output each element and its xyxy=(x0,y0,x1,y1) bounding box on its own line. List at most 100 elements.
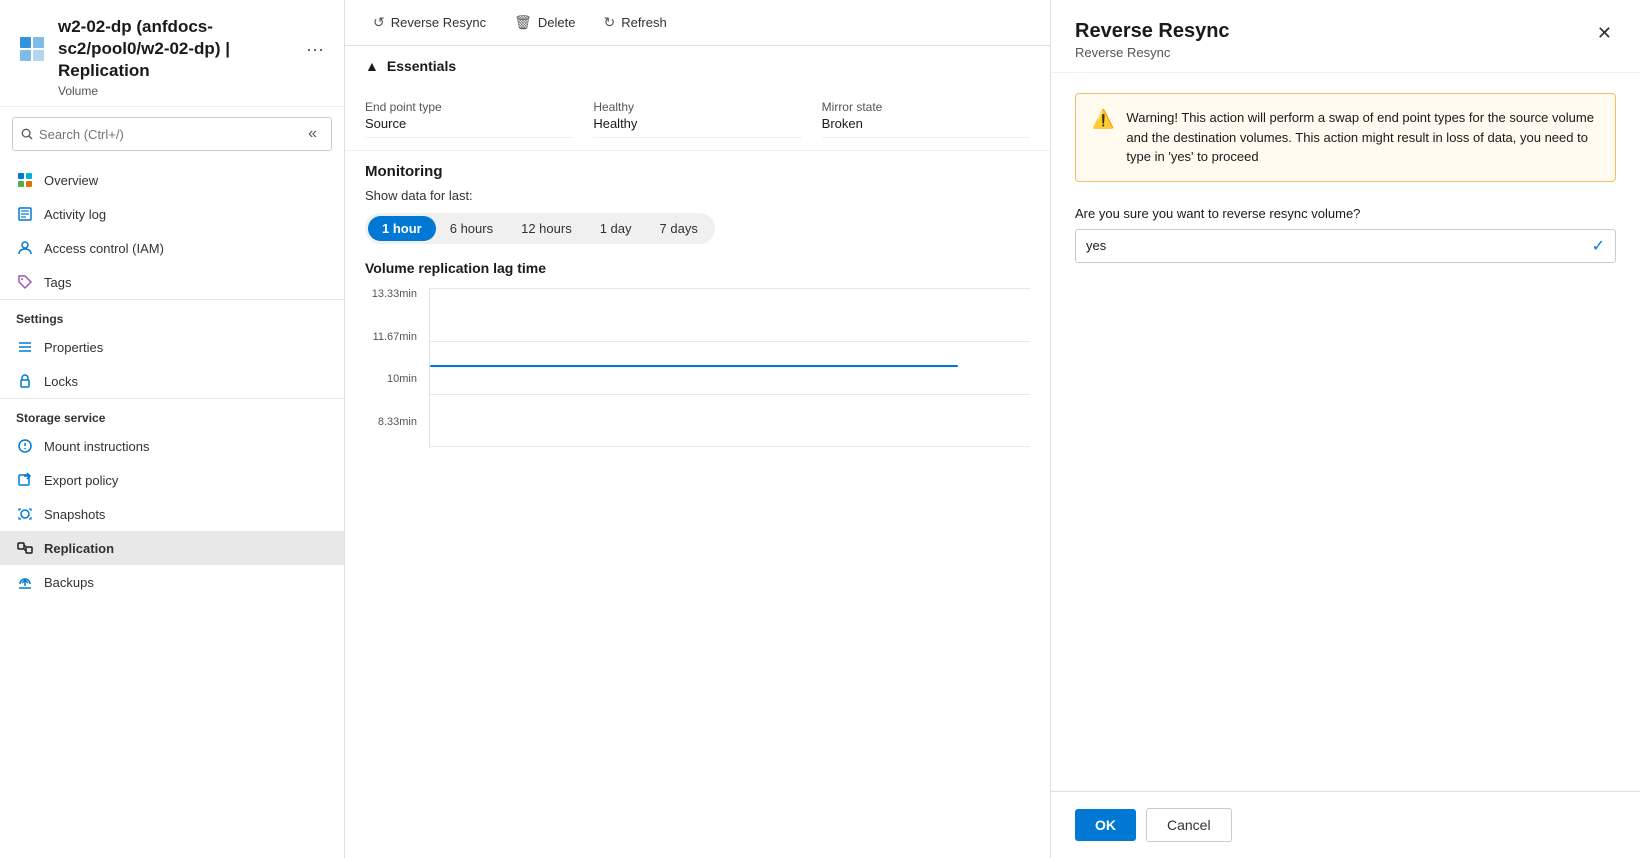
warning-box: ⚠️ Warning! This action will perform a s… xyxy=(1075,93,1616,182)
essentials-title: Essentials xyxy=(387,58,456,74)
gridline-top xyxy=(430,288,1030,289)
healthy-value: Healthy xyxy=(593,116,801,131)
show-data-label: Show data for last: xyxy=(365,188,1030,203)
y-label-3: 8.33min xyxy=(365,416,425,428)
chart-y-labels: 13.33min 11.67min 10min 8.33min xyxy=(365,288,425,428)
time-btn-12hours[interactable]: 12 hours xyxy=(507,216,586,241)
sidebar-item-mount-instructions[interactable]: Mount instructions xyxy=(0,429,344,463)
healthy-label: Healthy xyxy=(593,100,801,114)
panel-subtitle: Reverse Resync xyxy=(1075,45,1230,60)
close-button[interactable]: ✕ xyxy=(1593,20,1616,46)
sidebar-item-overview-label: Overview xyxy=(44,173,98,188)
collapse-essentials-icon[interactable]: ▲ xyxy=(365,58,379,74)
chart-line xyxy=(430,365,958,367)
time-btn-1day[interactable]: 1 day xyxy=(586,216,646,241)
sidebar-item-backups[interactable]: Backups xyxy=(0,565,344,599)
time-selector: 1 hour 6 hours 12 hours 1 day 7 days xyxy=(365,213,715,244)
panel-footer: OK Cancel xyxy=(1051,791,1640,858)
y-label-2: 10min xyxy=(365,373,425,385)
main-scroll: ▲ Essentials End point type Source Healt… xyxy=(345,46,1050,858)
tags-icon xyxy=(16,273,34,291)
time-btn-6hours[interactable]: 6 hours xyxy=(436,216,507,241)
nav-list: Overview Activity log Access control ( xyxy=(0,159,344,858)
gridline-bottom xyxy=(430,446,1030,447)
time-btn-1hour[interactable]: 1 hour xyxy=(368,216,436,241)
mount-icon xyxy=(16,437,34,455)
delete-icon: 🗑 xyxy=(514,14,532,31)
sidebar-item-snapshots[interactable]: Snapshots xyxy=(0,497,344,531)
locks-icon xyxy=(16,372,34,390)
access-control-icon xyxy=(16,239,34,257)
sidebar-item-locks[interactable]: Locks xyxy=(0,364,344,398)
resource-header: w2-02-dp (anfdocs-sc2/pool0/w2-02-dp) | … xyxy=(0,0,344,107)
gridline-mid2 xyxy=(430,394,1030,395)
confirm-input-row: ✓ xyxy=(1075,229,1616,263)
essentials-section: ▲ Essentials End point type Source Healt… xyxy=(345,46,1050,150)
sidebar-item-tags[interactable]: Tags xyxy=(0,265,344,299)
y-label-0: 13.33min xyxy=(365,288,425,300)
properties-icon xyxy=(16,338,34,356)
confirm-question: Are you sure you want to reverse resync … xyxy=(1075,206,1616,221)
activity-log-icon xyxy=(16,205,34,223)
delete-button[interactable]: 🗑 Delete xyxy=(502,8,587,37)
sidebar-item-export-policy[interactable]: Export policy xyxy=(0,463,344,497)
sidebar-item-properties[interactable]: Properties xyxy=(0,330,344,364)
reverse-resync-icon: ↺ xyxy=(373,14,385,31)
y-label-1: 11.67min xyxy=(365,331,425,343)
refresh-icon: ↻ xyxy=(603,14,615,31)
panel-title: Reverse Resync xyxy=(1075,20,1230,43)
panel-header: Reverse Resync Reverse Resync ✕ xyxy=(1051,0,1640,73)
chart-container: 13.33min 11.67min 10min 8.33min xyxy=(365,288,1030,448)
essentials-item-healthy: Healthy Healthy xyxy=(593,94,801,138)
sidebar-item-activity-log[interactable]: Activity log xyxy=(0,197,344,231)
confirm-check-icon: ✓ xyxy=(1592,236,1605,256)
mirror-state-label: Mirror state xyxy=(822,100,1030,114)
sidebar-item-properties-label: Properties xyxy=(44,340,103,355)
reverse-resync-button[interactable]: ↺ Reverse Resync xyxy=(361,8,498,37)
mirror-state-value: Broken xyxy=(822,116,1030,131)
warning-icon: ⚠️ xyxy=(1092,109,1114,167)
search-input[interactable] xyxy=(39,127,296,142)
overview-icon xyxy=(16,171,34,189)
page-title: w2-02-dp (anfdocs-sc2/pool0/w2-02-dp) | … xyxy=(58,16,292,82)
collapse-button[interactable]: « xyxy=(302,123,323,145)
cancel-button[interactable]: Cancel xyxy=(1146,808,1232,842)
monitoring-section: Monitoring Show data for last: 1 hour 6 … xyxy=(345,150,1050,460)
more-options-icon[interactable]: ··· xyxy=(302,35,328,64)
panel-body: ⚠️ Warning! This action will perform a s… xyxy=(1051,73,1640,791)
time-btn-7days[interactable]: 7 days xyxy=(646,216,712,241)
gridline-mid1 xyxy=(430,341,1030,342)
endpoint-value: Source xyxy=(365,116,573,131)
confirm-input[interactable] xyxy=(1086,238,1592,253)
monitoring-title: Monitoring xyxy=(365,163,1030,180)
search-icon xyxy=(21,127,33,141)
storage-section-label: Storage service xyxy=(0,398,344,429)
main-content: ↺ Reverse Resync 🗑 Delete ↻ Refresh ▲ Es… xyxy=(345,0,1050,858)
settings-section-label: Settings xyxy=(0,299,344,330)
essentials-item-mirror-state: Mirror state Broken xyxy=(822,94,1030,138)
search-box[interactable]: « xyxy=(12,117,332,151)
sidebar-item-mount-instructions-label: Mount instructions xyxy=(44,439,150,454)
volume-icon xyxy=(16,33,48,65)
snapshots-icon xyxy=(16,505,34,523)
panel-title-area: Reverse Resync Reverse Resync xyxy=(1075,20,1230,60)
sidebar-item-access-control[interactable]: Access control (IAM) xyxy=(0,231,344,265)
refresh-button[interactable]: ↻ Refresh xyxy=(591,8,678,37)
left-sidebar: w2-02-dp (anfdocs-sc2/pool0/w2-02-dp) | … xyxy=(0,0,345,858)
sidebar-item-access-control-label: Access control (IAM) xyxy=(44,241,164,256)
sidebar-item-replication-label: Replication xyxy=(44,541,114,556)
ok-button[interactable]: OK xyxy=(1075,809,1136,841)
sidebar-item-activity-log-label: Activity log xyxy=(44,207,106,222)
sidebar-item-export-policy-label: Export policy xyxy=(44,473,118,488)
sidebar-item-overview[interactable]: Overview xyxy=(0,163,344,197)
essentials-grid: End point type Source Healthy Healthy Mi… xyxy=(365,94,1030,138)
sidebar-item-tags-label: Tags xyxy=(44,275,71,290)
warning-text: Warning! This action will perform a swap… xyxy=(1126,108,1599,167)
replication-icon xyxy=(16,539,34,557)
sidebar-item-replication[interactable]: Replication xyxy=(0,531,344,565)
chart-title: Volume replication lag time xyxy=(365,260,1030,276)
essentials-header: ▲ Essentials xyxy=(365,58,1030,80)
reverse-resync-panel: Reverse Resync Reverse Resync ✕ ⚠️ Warni… xyxy=(1050,0,1640,858)
export-policy-icon xyxy=(16,471,34,489)
sidebar-item-backups-label: Backups xyxy=(44,575,94,590)
